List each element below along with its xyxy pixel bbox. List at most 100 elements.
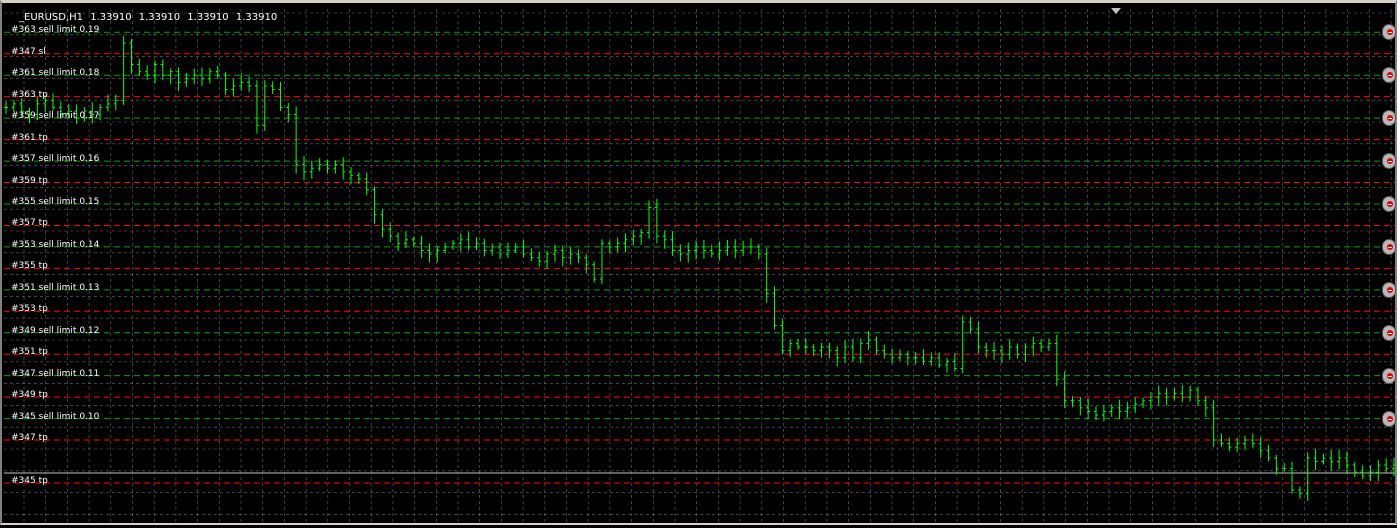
chart-shift-marker[interactable] bbox=[1111, 8, 1121, 14]
take-profit-label: #363 tp bbox=[11, 89, 48, 100]
ohlc-bar bbox=[592, 261, 597, 283]
ohlc-bar bbox=[874, 336, 879, 355]
ohlc-bar bbox=[505, 242, 510, 258]
ohlc-bar bbox=[952, 353, 957, 372]
ohlc-bar bbox=[1274, 455, 1279, 475]
ohlc-bar bbox=[1062, 371, 1067, 409]
ohlc-bar bbox=[247, 76, 252, 93]
pending-order-icon[interactable] bbox=[1382, 324, 1396, 341]
ohlc-bar bbox=[1180, 384, 1185, 403]
take-profit-label: #351 tp bbox=[11, 347, 48, 358]
ohlc-bar bbox=[905, 350, 910, 366]
ohlc-bar bbox=[772, 286, 777, 330]
ohlc-bar bbox=[835, 345, 840, 367]
ohlc-bar bbox=[1344, 451, 1349, 474]
ohlc-bar bbox=[654, 198, 659, 244]
pending-order-icon[interactable] bbox=[1382, 67, 1396, 84]
ohlc-bar bbox=[333, 160, 338, 174]
ohlc-bar bbox=[168, 68, 173, 85]
ohlc-bar bbox=[380, 208, 385, 238]
ohlc-bar bbox=[545, 251, 550, 269]
ohlc-bar bbox=[317, 158, 322, 172]
ohlc-bar bbox=[1360, 465, 1365, 480]
ohlc-bar bbox=[121, 35, 126, 105]
ohlc-bar bbox=[1086, 398, 1091, 419]
sell-limit-label: #347 sell limit 0.11 bbox=[11, 368, 100, 379]
pending-order-icon[interactable] bbox=[1382, 153, 1396, 170]
take-profit-label: #361 tp bbox=[11, 132, 48, 143]
ohlc-bar bbox=[968, 316, 973, 334]
ohlc-bar bbox=[176, 67, 181, 91]
ohlc-bar bbox=[850, 338, 855, 362]
ohlc-bar bbox=[490, 243, 495, 256]
ohlc-bar bbox=[725, 239, 730, 256]
ohlc-bar bbox=[537, 251, 542, 267]
ohlc-bar bbox=[301, 155, 306, 181]
ohlc-bar bbox=[482, 238, 487, 257]
pending-order-icon[interactable] bbox=[1382, 238, 1396, 255]
sell-limit-label: #345 sell limit 0.10 bbox=[11, 411, 100, 422]
take-profit-label: #357 tp bbox=[11, 218, 48, 229]
ohlc-bar bbox=[576, 249, 581, 263]
ohlc-bar bbox=[796, 338, 801, 351]
sell-limit-label: #359 sell limit 0.17 bbox=[11, 111, 100, 122]
ohlc-bar bbox=[239, 73, 244, 91]
ohlc-bar bbox=[647, 200, 652, 239]
ohlc-bar bbox=[1046, 338, 1051, 351]
ohlc-bar bbox=[1141, 397, 1146, 409]
ohlc-bar bbox=[992, 342, 997, 360]
ohlc-bar bbox=[584, 254, 589, 274]
ohlc-bar bbox=[1243, 435, 1248, 450]
pending-order-icon[interactable] bbox=[1382, 281, 1396, 298]
ohlc-bar bbox=[1313, 448, 1318, 470]
ohlc-bar bbox=[945, 357, 950, 373]
take-profit-label: #349 tp bbox=[11, 390, 48, 401]
ohlc-bar bbox=[1054, 334, 1059, 387]
ohlc-bar bbox=[254, 80, 259, 134]
chart-open: 1.33910 bbox=[90, 12, 132, 23]
ohlc-bar bbox=[474, 237, 479, 251]
ohlc-bar bbox=[1156, 385, 1161, 406]
ohlc-bar bbox=[1290, 461, 1295, 494]
chart-header: _EURUSD,H1 1.33910 1.33910 1.33910 1.339… bbox=[19, 12, 281, 23]
pending-order-icon[interactable] bbox=[1382, 24, 1396, 41]
ohlc-bar bbox=[623, 233, 628, 253]
chart-close: 1.33910 bbox=[235, 12, 278, 23]
ohlc-bar bbox=[1188, 385, 1193, 402]
ohlc-bar bbox=[51, 93, 56, 111]
take-profit-label: #347 tp bbox=[11, 433, 48, 444]
ohlc-bar bbox=[827, 342, 832, 359]
sell-limit-label: #357 sell limit 0.16 bbox=[11, 154, 100, 165]
ohlc-bar bbox=[976, 321, 981, 354]
ohlc-bar bbox=[1172, 387, 1177, 401]
pending-order-icon[interactable] bbox=[1382, 195, 1396, 212]
take-profit-label: #353 tp bbox=[11, 304, 48, 315]
ohlc-bar bbox=[709, 244, 714, 258]
pending-order-icon[interactable] bbox=[1382, 367, 1396, 384]
ohlc-bar bbox=[741, 240, 746, 257]
ohlc-bar bbox=[1219, 433, 1224, 447]
ohlc-bar bbox=[843, 340, 848, 364]
ohlc-bar bbox=[866, 331, 871, 350]
ohlc-bar bbox=[458, 233, 463, 252]
ohlc-bar bbox=[1195, 386, 1200, 406]
pending-order-icon[interactable] bbox=[1382, 110, 1396, 127]
ohlc-bar bbox=[325, 159, 330, 174]
ohlc-bar bbox=[639, 228, 644, 245]
price-chart[interactable] bbox=[2, 3, 1397, 528]
ohlc-bar bbox=[1015, 343, 1020, 359]
ohlc-bar bbox=[270, 81, 275, 94]
ohlc-bar bbox=[160, 59, 165, 81]
pending-order-icon[interactable] bbox=[1382, 410, 1396, 427]
ohlc-bar bbox=[1384, 458, 1389, 473]
ohlc-bar bbox=[662, 230, 667, 249]
ohlc-bar bbox=[764, 248, 769, 303]
chart-grid bbox=[4, 9, 1395, 524]
ohlc-bar bbox=[231, 78, 236, 97]
ohlc-bar bbox=[858, 338, 863, 364]
chart-window[interactable]: _EURUSD,H1 1.33910 1.33910 1.33910 1.339… bbox=[0, 0, 1397, 525]
ohlc-bar bbox=[411, 236, 416, 248]
sell-limit-label: #349 sell limit 0.12 bbox=[11, 325, 100, 336]
ohlc-bar bbox=[521, 240, 526, 258]
take-profit-label: #355 tp bbox=[11, 261, 48, 272]
